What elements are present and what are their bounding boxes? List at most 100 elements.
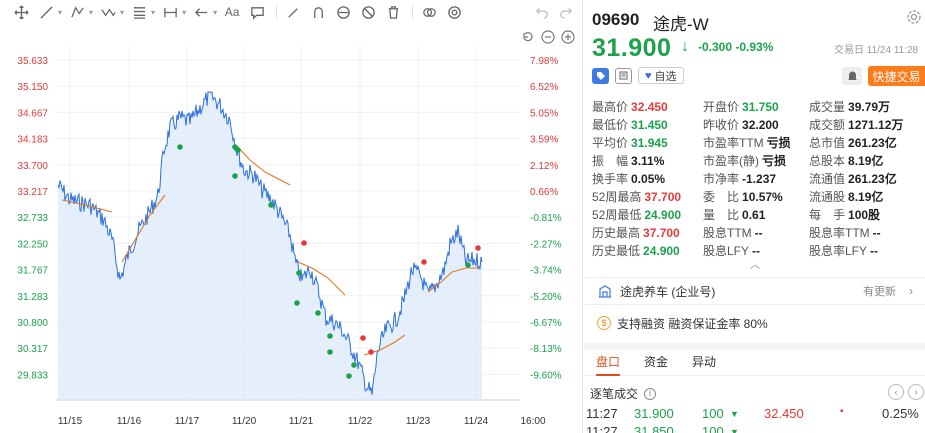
chevron-down-icon[interactable]: ▾ (151, 8, 155, 17)
stat-value: 39.79万 (848, 100, 891, 114)
stat-cell: 每 手 100股 (809, 206, 925, 224)
sell-signal-dot (465, 262, 471, 268)
stat-value: 3.11% (631, 154, 665, 168)
tab-movement[interactable]: 异动 (680, 349, 728, 375)
crosshair-icon[interactable] (10, 1, 32, 23)
stat-cell: 市盈率TTM 亏损 (703, 134, 809, 152)
wave-icon[interactable] (97, 1, 119, 23)
sell-signal-dot (177, 144, 183, 150)
x-tick-label: 11/23 (406, 416, 431, 427)
stat-cell: 市净率 -1.237 (703, 170, 809, 188)
measure-icon[interactable] (159, 1, 181, 23)
news-update-label: 有更新 (863, 286, 896, 298)
trades-title: 逐笔成交 i (590, 385, 657, 402)
reset-icon[interactable] (519, 28, 537, 46)
info-icon[interactable]: i (644, 387, 657, 400)
trash-icon[interactable] (382, 1, 404, 23)
stat-label: 开盘价 (703, 100, 740, 114)
pct-tick-label: -9.60% (530, 370, 562, 381)
detail-tabs: 盘口 资金 异动 (584, 349, 925, 376)
chevron-left-icon[interactable]: ‹ (888, 384, 904, 400)
tag-icon[interactable] (592, 67, 609, 84)
document-icon[interactable] (615, 67, 632, 84)
pct-tick-label: 7.98% (530, 56, 558, 67)
stat-label: 市盈率(静) (703, 154, 759, 168)
sell-signal-dot (268, 202, 274, 208)
stat-cell: 最低价 31.450 (592, 116, 703, 134)
gear-icon[interactable] (443, 1, 465, 23)
arrow-left-icon[interactable] (190, 1, 212, 23)
stat-label: 历史最低 (592, 244, 641, 258)
stat-cell: 昨收价 32.200 (703, 116, 809, 134)
stat-label: 成交额 (809, 118, 846, 132)
y-tick-label: 35.633 (17, 56, 48, 67)
quote-panel: 09690 途虎-W 31.900 ↓ -0.300 -0.93% 交易日 11… (584, 0, 925, 433)
gear-icon[interactable] (906, 9, 922, 25)
zoom-in-icon[interactable] (559, 28, 577, 46)
stat-cell: 成交额 1271.12万 (809, 116, 925, 134)
intraday-chart[interactable]: 35.633 35.150 34.667 34.183 33.700 33.217 32.7… (0, 0, 583, 433)
y-tick-label: 29.833 (17, 370, 48, 381)
y-tick-label: 30.317 (17, 344, 48, 355)
table-row: 11:27 31.850 100 ▼ (584, 424, 925, 433)
stat-row: 平均价 31.945 市盈率TTM 亏损 总市值 261.23亿 (592, 134, 925, 152)
undo-icon[interactable] (532, 2, 552, 22)
stat-row: 历史最高 37.700 股息TTM -- 股息率TTM -- (592, 224, 925, 242)
pct-tick-label: 6.52% (530, 82, 558, 93)
comment-icon[interactable] (246, 1, 268, 23)
trend-line-icon[interactable] (35, 1, 57, 23)
stat-label: 最低价 (592, 118, 629, 132)
stat-row: 52周最低 24.900 量 比 0.61 每 手 100股 (592, 206, 925, 224)
stat-cell: 52周最高 37.700 (592, 188, 703, 206)
chevron-down-icon[interactable]: ▾ (89, 8, 93, 17)
y-tick-label: 35.150 (17, 82, 48, 93)
stat-cell: 委 比 10.57% (703, 188, 809, 206)
lock-sync-icon[interactable] (332, 1, 354, 23)
trade-time: 交易日 11/24 11:28 (834, 45, 919, 56)
watchlist-button[interactable]: ♥ 自选 (638, 67, 684, 84)
y-tick-label: 34.183 (17, 135, 48, 146)
compare-icon[interactable] (418, 1, 440, 23)
pen-icon[interactable] (282, 1, 304, 23)
sell-arrow-icon: ▼ (730, 427, 739, 433)
stat-label: 股息LFY (703, 244, 750, 258)
chevron-up-icon[interactable]: ︿ (750, 256, 760, 271)
y-tick-label: 33.700 (17, 161, 48, 172)
tab-capital[interactable]: 资金 (632, 349, 680, 375)
pct-tick-label: -2.27% (530, 239, 562, 250)
stock-code: 09690 (592, 10, 640, 29)
chevron-down-icon[interactable]: ▾ (120, 8, 124, 17)
polyline-icon[interactable] (66, 1, 88, 23)
stat-label: 振 幅 (592, 154, 629, 168)
chevron-down-icon[interactable]: ▾ (58, 8, 62, 17)
toolbar-divider (412, 5, 414, 19)
x-tick-label: 11/22 (348, 416, 373, 427)
y-tick-label: 31.283 (17, 292, 48, 303)
sell-signal-dot (315, 310, 321, 316)
text-tool-icon[interactable]: Aa (221, 1, 243, 23)
chevron-down-icon[interactable]: ▾ (182, 8, 186, 17)
fibonacci-icon[interactable] (128, 1, 150, 23)
company-news-label: 途虎养车 (企业号) (620, 284, 716, 299)
stat-row: 52周最高 37.700 委 比 10.57% 流通股 8.19亿 (592, 188, 925, 206)
magnet-icon[interactable] (307, 1, 329, 23)
stat-row: 换手率 0.05% 市净率 -1.237 流通值 261.23亿 (592, 170, 925, 188)
zoom-out-icon[interactable] (539, 28, 557, 46)
stat-value: 8.19亿 (848, 154, 884, 168)
chevron-right-icon[interactable]: › (908, 384, 924, 400)
pct-tick-label: 5.05% (530, 108, 558, 119)
tab-orderbook[interactable]: 盘口 (584, 349, 632, 376)
fast-trade-button[interactable]: 快捷交易 (868, 66, 925, 86)
hide-icon[interactable] (357, 1, 379, 23)
y-tick-label: 32.733 (17, 213, 48, 224)
stat-cell: 股息率TTM -- (809, 224, 925, 242)
redo-icon[interactable] (556, 2, 576, 22)
chevron-down-icon[interactable]: ▾ (213, 8, 217, 17)
stat-cell: 市盈率(静) 亏损 (703, 152, 809, 170)
stat-value: 24.900 (643, 244, 680, 258)
stat-label: 历史最高 (592, 226, 641, 240)
trades-scroll: ‹ › (884, 384, 924, 400)
bell-icon[interactable] (842, 67, 862, 85)
y-tick-label: 33.217 (17, 187, 48, 198)
company-news-row[interactable]: 途虎养车 (企业号) 有更新 › (584, 277, 925, 305)
